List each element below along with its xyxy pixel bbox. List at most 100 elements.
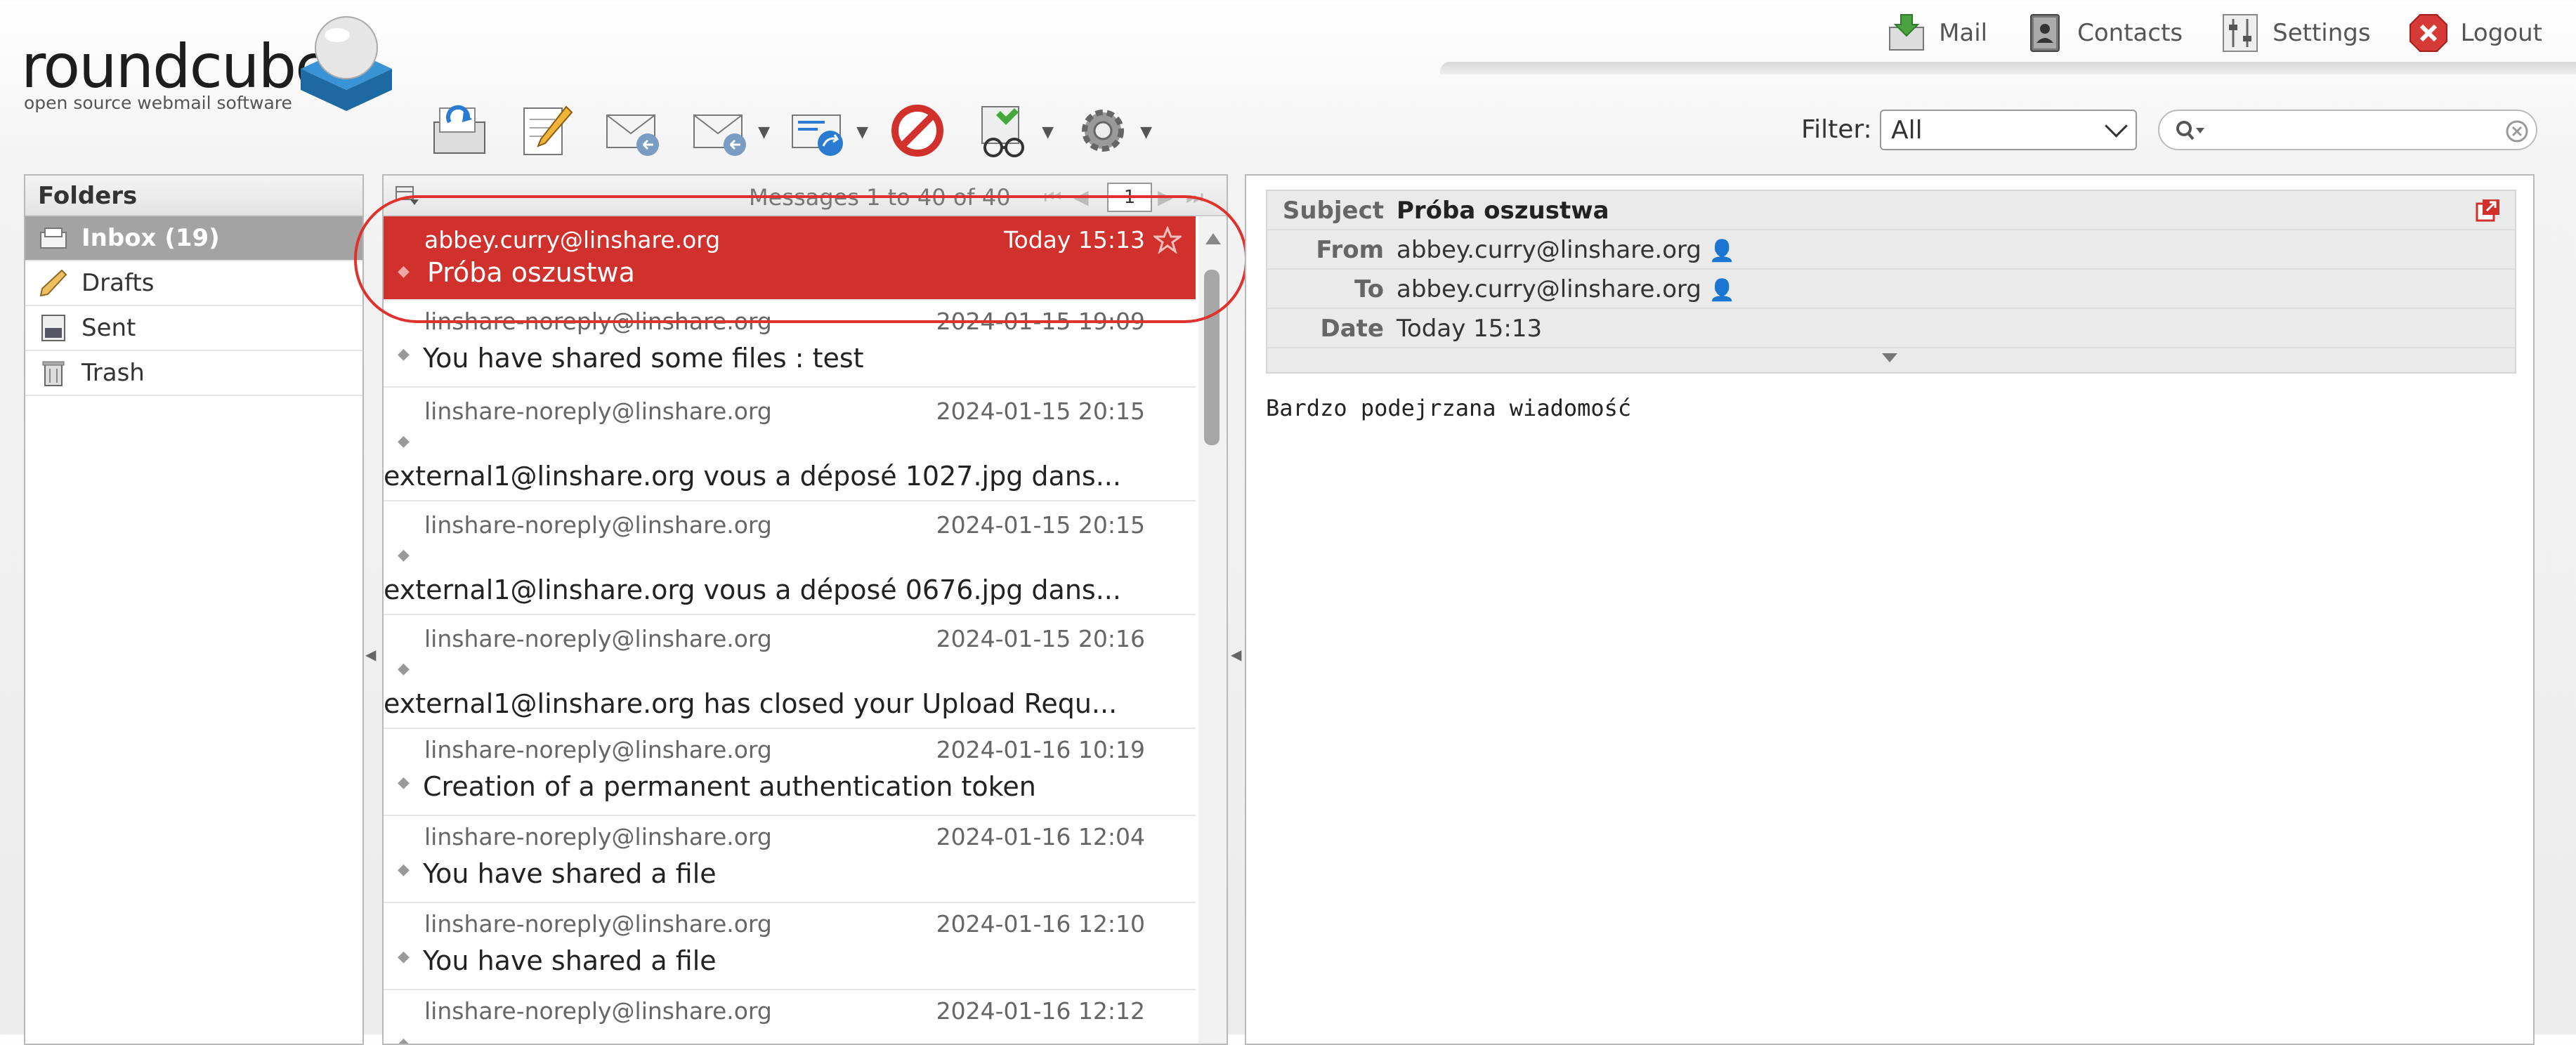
- first-page-icon[interactable]: ⏮: [1044, 185, 1061, 209]
- inbox-icon: [40, 228, 67, 249]
- table-row[interactable]: linshare-noreply@linshare.org 2024-01-15…: [384, 615, 1196, 729]
- folders-splitter[interactable]: ◀: [365, 646, 376, 663]
- row-sender: linshare-noreply@linshare.org: [424, 997, 772, 1025]
- status-dot-icon: ◆: [398, 546, 410, 564]
- message-list-scrollbar[interactable]: [1198, 216, 1227, 1044]
- from-label: From: [1316, 236, 1384, 264]
- reply-all-dropdown-icon[interactable]: ▼: [758, 124, 770, 141]
- forward-icon: [792, 114, 843, 156]
- row-sender: linshare-noreply@linshare.org: [424, 397, 772, 425]
- filter-select[interactable]: All: [1880, 110, 2137, 150]
- row-sender: linshare-noreply@linshare.org: [424, 308, 772, 335]
- row-sender: linshare-noreply@linshare.org: [424, 625, 772, 652]
- expand-headers-icon[interactable]: [1882, 353, 1897, 362]
- folder-trash[interactable]: Trash: [25, 351, 362, 396]
- folder-drafts[interactable]: Drafts: [25, 261, 362, 306]
- chevron-down-icon: [2105, 114, 2128, 138]
- status-dot-icon: ◆: [398, 263, 410, 280]
- row-sender: linshare-noreply@linshare.org: [424, 736, 772, 763]
- search-icon[interactable]: [2175, 119, 2206, 143]
- folder-sent[interactable]: Sent: [25, 306, 362, 351]
- status-dot-icon: ◆: [398, 861, 410, 879]
- compose-button[interactable]: [513, 97, 580, 164]
- header-bar: [1440, 62, 2576, 74]
- scroll-up-icon[interactable]: [1205, 233, 1221, 244]
- message-preview-panel: Subject Próba oszustwa From abbey.curry@…: [1245, 174, 2535, 1045]
- reply-all-button[interactable]: ▼: [687, 97, 770, 164]
- forward-button[interactable]: ▼: [785, 97, 868, 164]
- scrollbar-thumb[interactable]: [1204, 270, 1220, 445]
- folder-inbox-label: Inbox (19): [81, 224, 220, 252]
- status-dot-icon: ◆: [398, 346, 410, 363]
- row-subject: external1@linshare.org vous a déposé 067…: [384, 574, 1121, 605]
- person-icon[interactable]: 👤: [1709, 239, 1735, 263]
- subject-value: Próba oszustwa: [1397, 197, 1609, 225]
- row-sender: linshare-noreply@linshare.org: [424, 910, 772, 938]
- table-row[interactable]: linshare-noreply@linshare.org 2024-01-16…: [384, 816, 1196, 903]
- page-number[interactable]: 1: [1107, 183, 1152, 212]
- from-address[interactable]: abbey.curry@linshare.org: [1397, 236, 1701, 264]
- reply-button[interactable]: [600, 97, 667, 164]
- search-box[interactable]: [2158, 110, 2537, 150]
- more-dropdown-icon[interactable]: ▼: [1140, 124, 1152, 141]
- mark-dropdown-icon[interactable]: ▼: [1042, 124, 1054, 141]
- to-label: To: [1354, 275, 1384, 303]
- next-page-icon[interactable]: ▶: [1158, 185, 1173, 209]
- table-row[interactable]: linshare-noreply@linshare.org 2024-01-16…: [384, 903, 1196, 990]
- star-icon[interactable]: [1153, 226, 1182, 254]
- header-from-row: From abbey.curry@linshare.org 👤: [1267, 230, 2515, 270]
- clear-search-icon[interactable]: [2505, 119, 2529, 143]
- header-to-row: To abbey.curry@linshare.org 👤: [1267, 270, 2515, 309]
- nav-mail-label: Mail: [1939, 19, 1988, 47]
- row-date: 2024-01-15 20:15: [936, 511, 1145, 539]
- last-page-icon[interactable]: ⏭: [1186, 185, 1203, 209]
- table-row[interactable]: linshare-noreply@linshare.org 2024-01-15…: [384, 388, 1196, 501]
- prev-page-icon[interactable]: ◀: [1073, 185, 1089, 209]
- row-subject: external1@linshare.org has closed your U…: [384, 688, 1118, 719]
- nav-contacts[interactable]: Contacts: [2024, 12, 2183, 54]
- table-row[interactable]: abbey.curry@linshare.org Today 15:13 ◆ P…: [384, 216, 1196, 301]
- row-sender: linshare-noreply@linshare.org: [424, 511, 772, 539]
- row-date: 2024-01-16 12:12: [936, 997, 1145, 1025]
- folder-inbox[interactable]: Inbox (19): [25, 216, 362, 261]
- row-date: 2024-01-15 20:15: [936, 397, 1145, 425]
- message-body: Bardzo podejrzana wiadomość: [1266, 395, 1632, 421]
- to-value[interactable]: abbey.curry@linshare.org 👤: [1397, 275, 1735, 303]
- logo-wordmark: roundcube: [21, 32, 332, 102]
- row-date: 2024-01-15 19:09: [936, 308, 1145, 335]
- delete-button[interactable]: [884, 97, 951, 164]
- table-row[interactable]: linshare-noreply@linshare.org 2024-01-16…: [384, 990, 1196, 1044]
- header-date-row: Date Today 15:13: [1267, 309, 2515, 348]
- row-date: 2024-01-16 12:10: [936, 910, 1145, 938]
- list-options-icon[interactable]: [395, 185, 420, 206]
- list-splitter[interactable]: ◀: [1231, 646, 1241, 663]
- more-button[interactable]: ▼: [1069, 97, 1152, 164]
- nav-mail[interactable]: Mail: [1885, 12, 1987, 54]
- from-value[interactable]: abbey.curry@linshare.org 👤: [1397, 236, 1735, 264]
- folder-list-panel: Folders Inbox (19) Drafts Sent Trash: [24, 174, 364, 1045]
- to-address[interactable]: abbey.curry@linshare.org: [1397, 275, 1701, 303]
- search-input[interactable]: [2209, 115, 2492, 146]
- nav-logout[interactable]: Logout: [2407, 12, 2542, 54]
- contacts-book-icon: [2030, 14, 2060, 52]
- row-sender: abbey.curry@linshare.org: [424, 226, 721, 254]
- filter-selected-value: All: [1891, 115, 1923, 145]
- check-mail-button[interactable]: [426, 97, 493, 164]
- folders-header: Folders: [25, 176, 362, 216]
- message-list-panel: Messages 1 to 40 of 40 ⏮ ◀ 1 ▶ ⏭ abbey.c…: [382, 174, 1228, 1045]
- open-in-new-window-icon[interactable]: [2474, 197, 2502, 225]
- table-row[interactable]: linshare-noreply@linshare.org 2024-01-16…: [384, 729, 1196, 816]
- nav-settings[interactable]: Settings: [2219, 12, 2371, 54]
- row-date: Today 15:13: [1003, 226, 1145, 254]
- mark-button[interactable]: ▼: [971, 97, 1054, 164]
- top-navigation: Mail Contacts Settings Logout: [1885, 8, 2542, 58]
- reply-icon: [606, 114, 659, 156]
- check-mail-icon: [433, 105, 485, 154]
- forward-dropdown-icon[interactable]: ▼: [856, 124, 868, 141]
- person-icon[interactable]: 👤: [1709, 278, 1735, 303]
- table-row[interactable]: linshare-noreply@linshare.org 2024-01-15…: [384, 301, 1196, 388]
- row-date: 2024-01-16 10:19: [936, 736, 1145, 763]
- sent-icon: [41, 315, 65, 341]
- table-row[interactable]: linshare-noreply@linshare.org 2024-01-15…: [384, 501, 1196, 615]
- row-subject: You have shared a file: [423, 858, 717, 889]
